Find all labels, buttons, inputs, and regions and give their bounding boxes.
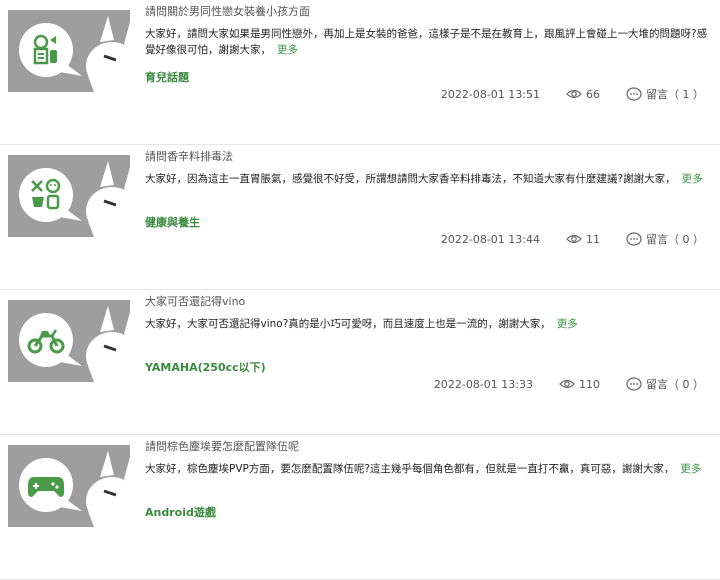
post-excerpt-text: 大家好，棕色塵埃PVP方面，要怎麼配置隊伍呢?這主幾乎每個角色都有，但就是一直打… — [145, 463, 675, 475]
post-meta: 2022-08-01 13:51 66 留言（ 1 ） — [441, 86, 704, 102]
more-link[interactable]: 更多 — [682, 173, 703, 185]
post-excerpt-text: 大家好，因為這主一直胃脹氣，感覺很不好受，所謂想請問大家香辛料排毒法，不知道大家… — [145, 173, 676, 185]
more-link[interactable]: 更多 — [277, 44, 298, 56]
more-link[interactable]: 更多 — [680, 463, 701, 475]
post-excerpt: 大家好，因為這主一直胃脹氣，感覺很不好受，所謂想請問大家香辛料排毒法，不知道大家… — [145, 171, 710, 187]
post-title[interactable]: 請問棕色塵埃要怎麼配置隊伍呢 — [145, 438, 299, 454]
gamepad-icon — [28, 477, 64, 497]
post-date: 2022-08-01 13:44 — [440, 232, 540, 246]
post-excerpt: 大家好，請問大家如果是男同性戀外，再加上是女裝的爸爸，這樣子是不是在教育上，跟風… — [145, 26, 710, 58]
list-item: 請問香辛料排毒法 大家好，因為這主一直胃脹氣，感覺很不好受，所謂想請問大家香辛料… — [0, 145, 720, 290]
comment-icon — [626, 232, 642, 246]
view-count: 110 — [579, 377, 600, 391]
list-item: 大家可否還記得vino 大家好，大家可否還記得vino?真的是小巧可愛呀，而且速… — [0, 290, 720, 435]
post-excerpt-text: 大家好，大家可否還記得vino?真的是小巧可愛呀，而且速度上也是一流的，謝謝大家… — [145, 318, 551, 330]
comment-icon — [626, 377, 642, 391]
post-thumbnail[interactable] — [8, 10, 130, 92]
post-title[interactable]: 請問關於男同性戀女裝養小孩方面 — [145, 3, 310, 19]
motorcycle-icon — [27, 329, 65, 354]
post-excerpt-text: 大家好，請問大家如果是男同性戀外，再加上是女裝的爸爸，這樣子是不是在教育上，跟風… — [145, 28, 708, 56]
post-date: 2022-08-01 13:51 — [440, 87, 540, 101]
post-meta: 2022-08-01 13:33 110 留言（ 0 ） — [434, 376, 704, 392]
post-list: 請問關於男同性戀女裝養小孩方面 大家好，請問大家如果是男同性戀外，再加上是女裝的… — [0, 0, 720, 580]
view-count: 11 — [586, 232, 600, 246]
more-link[interactable]: 更多 — [557, 318, 578, 330]
list-item: 請問棕色塵埃要怎麼配置隊伍呢 大家好，棕色塵埃PVP方面，要怎麼配置隊伍呢?這主… — [0, 435, 720, 580]
comment-count[interactable]: 留言（ 1 ） — [646, 86, 704, 102]
post-thumbnail[interactable] — [8, 155, 130, 237]
post-excerpt: 大家好，大家可否還記得vino?真的是小巧可愛呀，而且速度上也是一流的，謝謝大家… — [145, 316, 710, 332]
comment-icon — [626, 87, 642, 101]
health-icon — [31, 178, 61, 210]
post-thumbnail[interactable] — [8, 300, 130, 382]
eye-icon — [566, 233, 582, 245]
post-date: 2022-08-01 13:33 — [433, 377, 533, 391]
list-item: 請問關於男同性戀女裝養小孩方面 大家好，請問大家如果是男同性戀外，再加上是女裝的… — [0, 0, 720, 145]
comment-count[interactable]: 留言（ 0 ） — [646, 376, 704, 392]
eye-icon — [566, 88, 582, 100]
post-category[interactable]: Android遊戲 — [145, 504, 216, 520]
post-meta: 2022-08-01 13:44 11 留言（ 0 ） — [441, 231, 704, 247]
post-category[interactable]: 健康與養生 — [145, 214, 200, 230]
post-excerpt: 大家好，棕色塵埃PVP方面，要怎麼配置隊伍呢?這主幾乎每個角色都有，但就是一直打… — [145, 461, 710, 477]
comment-count[interactable]: 留言（ 0 ） — [646, 231, 704, 247]
baby-care-icon — [33, 34, 57, 65]
post-thumbnail[interactable] — [8, 445, 130, 527]
post-title[interactable]: 請問香辛料排毒法 — [145, 148, 233, 164]
post-title[interactable]: 大家可否還記得vino — [145, 293, 245, 309]
post-category[interactable]: YAMAHA(250cc以下) — [145, 359, 266, 375]
post-category[interactable]: 育兒話題 — [145, 69, 189, 85]
eye-icon — [559, 378, 575, 390]
view-count: 66 — [586, 87, 600, 101]
